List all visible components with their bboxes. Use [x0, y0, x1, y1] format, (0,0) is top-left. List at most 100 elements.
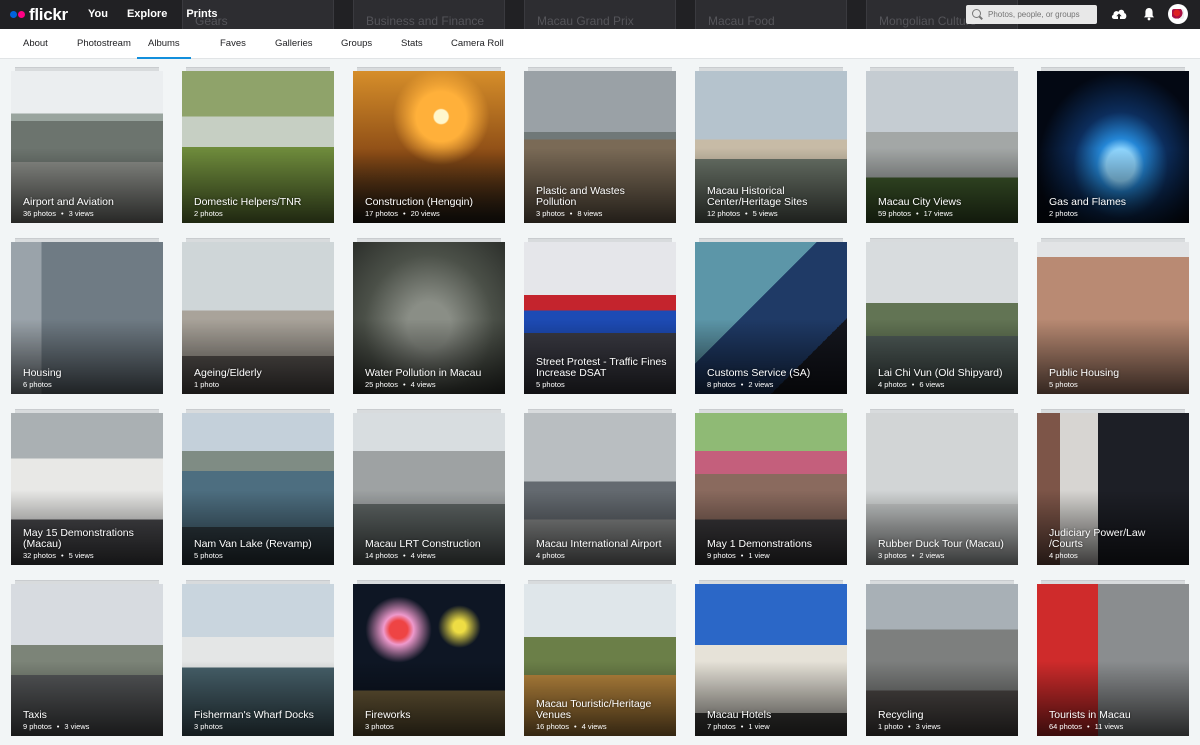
- upload-cloud-icon[interactable]: [1110, 6, 1128, 22]
- album-card[interactable]: Ageing/Elderly 1 photo: [182, 242, 334, 394]
- album-photo-count: 36 photos: [23, 209, 56, 218]
- nav-explore[interactable]: Explore: [127, 8, 167, 20]
- ghost-album-title: Mongolian Culture: [879, 14, 977, 28]
- stats-separator: •: [573, 722, 577, 731]
- album-title: Fisherman's Wharf Docks: [194, 709, 314, 721]
- album-stats: 17 photos • 20 views: [365, 209, 440, 218]
- album-card[interactable]: Rubber Duck Tour (Macau) 3 photos • 2 views: [866, 413, 1018, 565]
- album-card[interactable]: Judiciary Power/Law /Courts 4 photos: [1037, 413, 1189, 565]
- album-card[interactable]: Fireworks 3 photos: [353, 584, 505, 736]
- album-stats: 14 photos • 4 views: [365, 551, 436, 560]
- tab-albums[interactable]: Albums: [137, 29, 191, 59]
- stats-separator: •: [56, 722, 60, 731]
- album-stats: 5 photos: [536, 380, 565, 389]
- album-card[interactable]: Recycling 1 photo • 3 views: [866, 584, 1018, 736]
- main-nav: You Explore Prints: [88, 8, 237, 20]
- profile-sub-nav: About Photostream Albums Faves Galleries Grou…: [0, 29, 1200, 59]
- album-view-count: 2 views: [919, 551, 945, 560]
- album-card[interactable]: Taxis 9 photos • 3 views: [11, 584, 163, 736]
- album-card[interactable]: Construction (Hengqin) 17 photos • 20 views: [353, 71, 505, 223]
- album-stats: 3 photos • 2 views: [878, 551, 944, 560]
- nav-prints[interactable]: Prints: [186, 8, 217, 20]
- album-card[interactable]: Macau Hotels 7 photos • 1 view: [695, 584, 847, 736]
- tab-groups[interactable]: Groups: [341, 29, 372, 59]
- album-stats: 4 photos: [1049, 551, 1078, 560]
- album-stats: 5 photos: [1049, 380, 1078, 389]
- tab-galleries[interactable]: Galleries: [275, 29, 313, 59]
- album-card[interactable]: Macau LRT Construction 14 photos • 4 views: [353, 413, 505, 565]
- album-stats: 25 photos • 4 views: [365, 380, 436, 389]
- album-title: Taxis: [23, 709, 47, 721]
- album-title: Street Protest - Traffic Fines Increase …: [536, 356, 667, 379]
- album-card[interactable]: Macau Touristic/Heritage Venues 16 photos…: [524, 584, 676, 736]
- album-title: Housing: [23, 367, 62, 379]
- album-title: Gas and Flames: [1049, 196, 1127, 208]
- ghost-album-card: Business and Finance: [353, 0, 505, 29]
- album-photo-count: 2 photos: [194, 209, 223, 218]
- tab-faves[interactable]: Faves: [220, 29, 246, 59]
- album-view-count: 1 view: [748, 551, 770, 560]
- stats-separator: •: [740, 722, 744, 731]
- album-view-count: 2 views: [748, 380, 774, 389]
- album-card[interactable]: Gas and Flames 2 photos: [1037, 71, 1189, 223]
- stats-separator: •: [740, 380, 744, 389]
- album-stats: 9 photos • 3 views: [23, 722, 89, 731]
- album-card[interactable]: Domestic Helpers/TNR 2 photos: [182, 71, 334, 223]
- album-view-count: 4 views: [410, 551, 436, 560]
- ghost-album-card: Macau Food: [695, 0, 847, 29]
- album-photo-count: 8 photos: [707, 380, 736, 389]
- album-title: Judiciary Power/Law /Courts: [1049, 527, 1146, 550]
- stats-separator: •: [402, 380, 406, 389]
- ghost-album-title: Macau Grand Prix: [537, 14, 634, 28]
- album-card[interactable]: Housing 6 photos: [11, 242, 163, 394]
- album-view-count: 4 views: [581, 722, 607, 731]
- nav-you[interactable]: You: [88, 8, 108, 20]
- album-title: May 15 Demonstrations (Macau): [23, 527, 134, 550]
- album-card[interactable]: Lai Chi Vun (Old Shipyard) 4 photos • 6 vie…: [866, 242, 1018, 394]
- album-photo-count: 5 photos: [1049, 380, 1078, 389]
- album-card[interactable]: Nam Van Lake (Revamp) 5 photos: [182, 413, 334, 565]
- album-card[interactable]: Public Housing 5 photos: [1037, 242, 1189, 394]
- album-title: Macau International Airport: [536, 538, 662, 550]
- stats-separator: •: [911, 380, 915, 389]
- album-card[interactable]: Fisherman's Wharf Docks 3 photos: [182, 584, 334, 736]
- tab-photostream[interactable]: Photostream: [77, 29, 131, 59]
- album-title: Domestic Helpers/TNR: [194, 196, 302, 208]
- album-stats: 36 photos • 3 views: [23, 209, 94, 218]
- tab-camera-roll[interactable]: Camera Roll: [451, 29, 504, 59]
- album-card[interactable]: May 15 Demonstrations (Macau) 32 photos • 5…: [11, 413, 163, 565]
- album-view-count: 4 views: [410, 380, 436, 389]
- album-card[interactable]: Plastic and Wastes Pollution 3 photos • 8 v…: [524, 71, 676, 223]
- album-view-count: 5 views: [68, 551, 94, 560]
- album-card[interactable]: Street Protest - Traffic Fines Increase …: [524, 242, 676, 394]
- album-stats: 3 photos: [365, 722, 394, 731]
- album-card[interactable]: Tourists in Macau 64 photos • 11 views: [1037, 584, 1189, 736]
- album-title: Plastic and Wastes Pollution: [536, 185, 625, 208]
- album-photo-count: 5 photos: [536, 380, 565, 389]
- search-input[interactable]: [988, 10, 1093, 19]
- album-title: Nam Van Lake (Revamp): [194, 538, 312, 550]
- flickr-logo[interactable]: flickr: [10, 5, 68, 24]
- tab-stats[interactable]: Stats: [401, 29, 423, 59]
- user-avatar[interactable]: [1168, 4, 1188, 24]
- album-card[interactable]: Customs Service (SA) 8 photos • 2 views: [695, 242, 847, 394]
- album-card[interactable]: Macau International Airport 4 photos: [524, 413, 676, 565]
- album-title: Macau Hotels: [707, 709, 772, 721]
- search-box[interactable]: [966, 5, 1097, 24]
- album-photo-count: 17 photos: [365, 209, 398, 218]
- album-title: Recycling: [878, 709, 924, 721]
- album-card[interactable]: Airport and Aviation 36 photos • 3 views: [11, 71, 163, 223]
- album-stats: 4 photos • 6 views: [878, 380, 944, 389]
- album-title: Fireworks: [365, 709, 411, 721]
- album-card[interactable]: Macau Historical Center/Heritage Sites 12…: [695, 71, 847, 223]
- album-card[interactable]: Water Pollution in Macau 25 photos • 4 view…: [353, 242, 505, 394]
- album-card[interactable]: May 1 Demonstrations 9 photos • 1 view: [695, 413, 847, 565]
- album-photo-count: 4 photos: [536, 551, 565, 560]
- album-stats: 9 photos • 1 view: [707, 551, 770, 560]
- tab-about[interactable]: About: [23, 29, 48, 59]
- stats-separator: •: [740, 551, 744, 560]
- stats-separator: •: [402, 209, 406, 218]
- album-stats: 8 photos • 2 views: [707, 380, 773, 389]
- album-card[interactable]: Macau City Views 59 photos • 17 views: [866, 71, 1018, 223]
- notifications-bell-icon[interactable]: [1142, 7, 1156, 21]
